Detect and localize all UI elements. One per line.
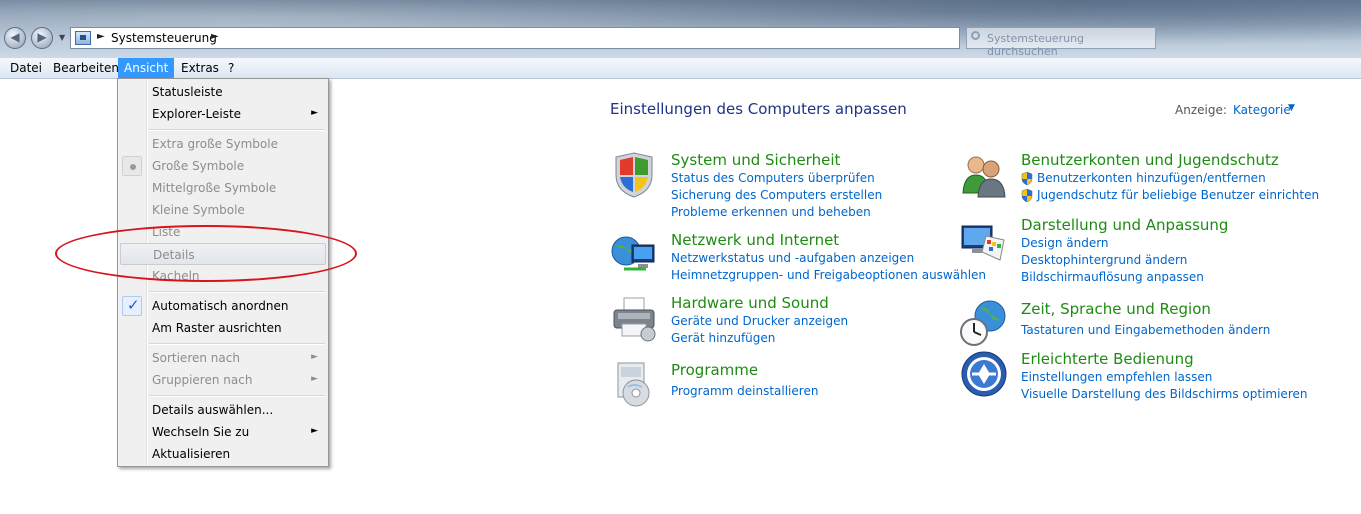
category-title[interactable]: Zeit, Sprache und Region	[1021, 300, 1211, 318]
radio-bullet-icon	[122, 156, 142, 176]
link-change-theme[interactable]: Design ändern	[1021, 236, 1109, 250]
menu-item-label: Kleine Symbole	[152, 203, 245, 217]
menu-separator	[149, 395, 325, 397]
search-icon	[971, 31, 980, 40]
link-network-status[interactable]: Netzwerkstatus und -aufgaben anzeigen	[671, 251, 914, 265]
forward-arrow-icon: ▶	[37, 30, 47, 44]
menu-item-explorer-leiste[interactable]: Explorer-Leiste ►	[120, 103, 326, 125]
menu-item-align-to-grid[interactable]: Am Raster ausrichten	[120, 317, 326, 339]
menu-ansicht[interactable]: Ansicht	[118, 58, 175, 78]
menu-item-auto-arrange[interactable]: ✓ Automatisch anordnen	[120, 295, 326, 317]
menu-item-extra-large-icons[interactable]: Extra große Symbole	[120, 133, 326, 155]
menu-item-small-icons[interactable]: Kleine Symbole	[120, 199, 326, 221]
view-label: Anzeige:	[1175, 103, 1227, 117]
link-backup[interactable]: Sicherung des Computers erstellen	[671, 188, 882, 202]
menu-separator	[149, 129, 325, 131]
uac-shield-icon	[1021, 189, 1033, 202]
network-globe-icon	[611, 236, 655, 271]
menu-item-large-icons[interactable]: Große Symbole	[120, 155, 326, 177]
link-label: Benutzerkonten hinzufügen/entfernen	[1037, 171, 1266, 185]
menu-item-group-by[interactable]: Gruppieren nach ►	[120, 369, 326, 391]
menu-item-label: Große Symbole	[152, 159, 245, 173]
view-mode-dropdown[interactable]: Kategorie	[1233, 103, 1291, 117]
programs-disc-icon	[617, 362, 650, 407]
menu-item-sort-by[interactable]: Sortieren nach ►	[120, 347, 326, 369]
link-devices-printers[interactable]: Geräte und Drucker anzeigen	[671, 314, 848, 328]
category-title[interactable]: Benutzerkonten und Jugendschutz	[1021, 151, 1279, 169]
menu-item-label: Statusleiste	[152, 85, 223, 99]
breadcrumb-control-panel[interactable]: Systemsteuerung	[111, 31, 217, 45]
menu-item-label: Extra große Symbole	[152, 137, 278, 151]
search-placeholder: Systemsteuerung durchsuchen	[987, 32, 1085, 58]
menu-item-label: Details auswählen...	[152, 403, 274, 417]
window-titlebar: ◀ ▶ ▼ ► Systemsteuerung ► Systemsteuerun…	[0, 0, 1361, 58]
menu-item-label: Automatisch anordnen	[152, 299, 289, 313]
link-add-device[interactable]: Gerät hinzufügen	[671, 331, 775, 345]
forward-button[interactable]: ▶	[31, 27, 53, 49]
checkmark-icon: ✓	[122, 296, 142, 316]
back-button[interactable]: ◀	[4, 27, 26, 49]
address-bar[interactable]: ► Systemsteuerung ►	[70, 27, 960, 49]
history-dropdown-icon[interactable]: ▼	[59, 33, 65, 42]
link-uninstall-program[interactable]: Programm deinstallieren	[671, 384, 818, 398]
menu-item-statusleiste[interactable]: Statusleiste	[120, 81, 326, 103]
link-label: Jugendschutz für beliebige Benutzer einr…	[1037, 188, 1320, 202]
submenu-arrow-icon: ►	[311, 108, 318, 118]
breadcrumb-chevron-icon[interactable]: ►	[211, 31, 219, 42]
ease-of-access-icon	[961, 351, 1007, 397]
menu-help[interactable]: ?	[222, 58, 240, 78]
submenu-arrow-icon: ►	[311, 426, 318, 436]
menu-item-label: Mittelgroße Symbole	[152, 181, 277, 195]
link-parental-controls[interactable]: Jugendschutz für beliebige Benutzer einr…	[1021, 188, 1319, 202]
clock-globe-icon	[960, 300, 1006, 346]
annotation-ellipse	[55, 225, 357, 282]
menu-extras[interactable]: Extras	[175, 58, 225, 78]
shield-flag-icon	[615, 152, 653, 198]
submenu-arrow-icon: ►	[311, 374, 318, 384]
breadcrumb-chevron-icon[interactable]: ►	[97, 31, 105, 42]
link-homegroup[interactable]: Heimnetzgruppen- und Freigabeoptionen au…	[671, 268, 986, 282]
users-icon	[962, 156, 1006, 198]
link-keyboards-input[interactable]: Tastaturen und Eingabemethoden ändern	[1021, 323, 1270, 337]
menu-bar: Datei Bearbeiten Ansicht Extras ?	[0, 58, 1361, 79]
menu-separator	[149, 291, 325, 293]
link-troubleshoot[interactable]: Probleme erkennen und beheben	[671, 205, 871, 219]
link-change-wallpaper[interactable]: Desktophintergrund ändern	[1021, 253, 1187, 267]
link-recommend-settings[interactable]: Einstellungen empfehlen lassen	[1021, 370, 1212, 384]
submenu-arrow-icon: ►	[311, 352, 318, 362]
page-title: Einstellungen des Computers anpassen	[610, 100, 907, 118]
menu-item-medium-icons[interactable]: Mittelgroße Symbole	[120, 177, 326, 199]
search-input[interactable]: Systemsteuerung durchsuchen	[966, 27, 1156, 58]
link-add-remove-accounts[interactable]: Benutzerkonten hinzufügen/entfernen	[1021, 171, 1266, 185]
back-arrow-icon: ◀	[10, 30, 20, 44]
menu-item-label: Am Raster ausrichten	[152, 321, 282, 335]
link-screen-resolution[interactable]: Bildschirmauflösung anpassen	[1021, 270, 1204, 284]
menu-bearbeiten[interactable]: Bearbeiten	[47, 58, 125, 78]
uac-shield-icon	[1021, 172, 1033, 185]
category-title[interactable]: Erleichterte Bedienung	[1021, 350, 1194, 368]
menu-item-label: Wechseln Sie zu	[152, 425, 250, 439]
menu-item-refresh[interactable]: Aktualisieren	[120, 443, 326, 465]
category-title[interactable]: Programme	[671, 361, 758, 379]
link-optimize-display[interactable]: Visuelle Darstellung des Bildschirms opt…	[1021, 387, 1307, 401]
menu-item-label: Aktualisieren	[152, 447, 231, 461]
category-title[interactable]: Hardware und Sound	[671, 294, 829, 312]
menu-item-go-to[interactable]: Wechseln Sie zu ►	[120, 421, 326, 443]
menu-item-label: Sortieren nach	[152, 351, 240, 365]
menu-item-choose-details[interactable]: Details auswählen...	[120, 399, 326, 421]
control-panel-icon	[75, 31, 91, 45]
category-title[interactable]: Darstellung und Anpassung	[1021, 216, 1228, 234]
menu-item-label: Explorer-Leiste	[152, 107, 242, 121]
category-title[interactable]: System und Sicherheit	[671, 151, 840, 169]
category-title[interactable]: Netzwerk und Internet	[671, 231, 839, 249]
link-check-status[interactable]: Status des Computers überprüfen	[671, 171, 875, 185]
menu-separator	[149, 343, 325, 345]
menu-datei[interactable]: Datei	[4, 58, 48, 78]
menu-item-label: Gruppieren nach	[152, 373, 253, 387]
printer-icon	[613, 297, 656, 342]
view-dropdown-caret-icon[interactable]: ▼	[1288, 103, 1295, 113]
display-palette-icon	[961, 225, 1005, 261]
